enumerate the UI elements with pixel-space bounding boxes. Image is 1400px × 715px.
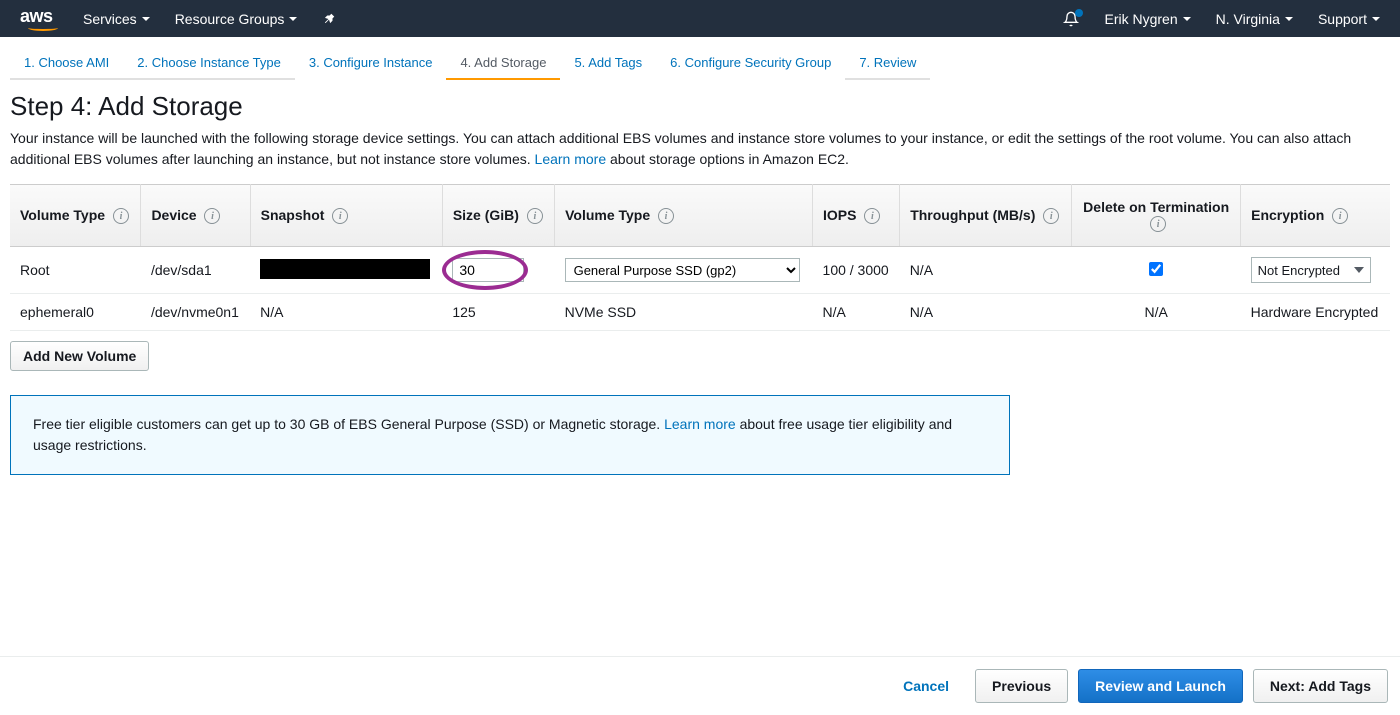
review-and-launch-button[interactable]: Review and Launch: [1078, 669, 1243, 703]
th-encryption: Encryption i: [1241, 185, 1390, 247]
top-nav: aws Services Resource Groups Erik Nygren…: [0, 0, 1400, 37]
notifications-icon[interactable]: [1063, 11, 1079, 27]
cell-encryption: Not Encrypted: [1241, 247, 1390, 294]
nav-resource-groups[interactable]: Resource Groups: [175, 11, 298, 27]
cell-device: /dev/nvme0n1: [141, 294, 250, 331]
redacted-snapshot: [260, 259, 430, 279]
nav-user[interactable]: Erik Nygren: [1104, 11, 1190, 27]
table-row-ephemeral: ephemeral0 /dev/nvme0n1 N/A 125 NVMe SSD…: [10, 294, 1390, 331]
cell-snapshot: [250, 247, 442, 294]
table-row-root: Root /dev/sda1 General Purpose SSD (gp2)…: [10, 247, 1390, 294]
caret-down-icon: [1354, 267, 1364, 273]
nav-resource-groups-label: Resource Groups: [175, 11, 285, 27]
page-title: Step 4: Add Storage: [10, 91, 1390, 122]
volume-type-select[interactable]: General Purpose SSD (gp2): [565, 258, 800, 282]
tab-review[interactable]: 7. Review: [845, 47, 930, 80]
top-nav-left: aws Services Resource Groups: [20, 6, 336, 31]
next-add-tags-button[interactable]: Next: Add Tags: [1253, 669, 1388, 703]
info-icon[interactable]: i: [332, 208, 348, 224]
top-nav-right: Erik Nygren N. Virginia Support: [1063, 11, 1380, 27]
notification-dot-icon: [1075, 9, 1083, 17]
cell-throughput: N/A: [900, 247, 1072, 294]
size-input[interactable]: [452, 258, 524, 282]
cell-voltype2: General Purpose SSD (gp2): [555, 247, 813, 294]
cell-throughput: N/A: [900, 294, 1072, 331]
info-icon[interactable]: i: [864, 208, 880, 224]
nav-support[interactable]: Support: [1318, 11, 1380, 27]
th-volume-type: Volume Type i: [10, 185, 141, 247]
cell-size: [442, 247, 554, 294]
th-snapshot: Snapshot i: [250, 185, 442, 247]
nav-region-label: N. Virginia: [1216, 11, 1280, 27]
info-icon[interactable]: i: [1043, 208, 1059, 224]
wizard-tabs: 1. Choose AMI 2. Choose Instance Type 3.…: [0, 37, 1400, 81]
th-iops: IOPS i: [813, 185, 900, 247]
infobox-learn-more-link[interactable]: Learn more: [664, 416, 736, 432]
free-tier-info-box: Free tier eligible customers can get up …: [10, 395, 1010, 475]
aws-logo[interactable]: aws: [20, 6, 58, 31]
nav-region[interactable]: N. Virginia: [1216, 11, 1293, 27]
info-icon[interactable]: i: [1150, 216, 1166, 232]
encryption-select[interactable]: Not Encrypted: [1251, 257, 1371, 283]
info-icon[interactable]: i: [204, 208, 220, 224]
page-description: Your instance will be launched with the …: [10, 128, 1390, 170]
table-header-row: Volume Type i Device i Snapshot i Size (…: [10, 185, 1390, 247]
cell-encryption: Hardware Encrypted: [1241, 294, 1390, 331]
caret-down-icon: [1183, 17, 1191, 21]
th-delete-on-termination: Delete on Terminationi: [1072, 185, 1241, 247]
cell-voltype: ephemeral0: [10, 294, 141, 331]
cell-device: /dev/sda1: [141, 247, 250, 294]
pin-icon[interactable]: [322, 12, 336, 26]
tab-configure-security-group[interactable]: 6. Configure Security Group: [656, 47, 845, 80]
cell-delete-on-termination: N/A: [1072, 294, 1241, 331]
caret-down-icon: [289, 17, 297, 21]
delete-on-termination-checkbox[interactable]: [1149, 262, 1163, 276]
cell-iops: N/A: [813, 294, 900, 331]
caret-down-icon: [1285, 17, 1293, 21]
previous-button[interactable]: Previous: [975, 669, 1068, 703]
info-icon[interactable]: i: [1332, 208, 1348, 224]
aws-logo-text: aws: [20, 6, 53, 26]
storage-table: Volume Type i Device i Snapshot i Size (…: [10, 184, 1390, 331]
add-new-volume-button[interactable]: Add New Volume: [10, 341, 149, 371]
cell-snapshot: N/A: [250, 294, 442, 331]
cell-voltype: Root: [10, 247, 141, 294]
cell-delete-on-termination: [1072, 247, 1241, 294]
th-size: Size (GiB) i: [442, 185, 554, 247]
caret-down-icon: [1372, 17, 1380, 21]
nav-services-label: Services: [83, 11, 137, 27]
cell-voltype2: NVMe SSD: [555, 294, 813, 331]
th-volume-type-2: Volume Type i: [555, 185, 813, 247]
nav-services[interactable]: Services: [83, 11, 150, 27]
info-icon[interactable]: i: [527, 208, 543, 224]
caret-down-icon: [142, 17, 150, 21]
desc-text-2: about storage options in Amazon EC2.: [610, 151, 849, 167]
th-throughput: Throughput (MB/s) i: [900, 185, 1072, 247]
info-icon[interactable]: i: [113, 208, 129, 224]
footer-actions: Cancel Previous Review and Launch Next: …: [0, 656, 1400, 715]
tab-choose-ami[interactable]: 1. Choose AMI: [10, 47, 123, 80]
tab-add-tags[interactable]: 5. Add Tags: [560, 47, 656, 80]
cell-iops: 100 / 3000: [813, 247, 900, 294]
info-icon[interactable]: i: [658, 208, 674, 224]
tab-choose-instance-type[interactable]: 2. Choose Instance Type: [123, 47, 295, 80]
nav-support-label: Support: [1318, 11, 1367, 27]
main-content: Step 4: Add Storage Your instance will b…: [0, 81, 1400, 475]
encryption-select-label: Not Encrypted: [1258, 263, 1340, 278]
cancel-button[interactable]: Cancel: [887, 670, 965, 702]
nav-user-label: Erik Nygren: [1104, 11, 1177, 27]
learn-more-link[interactable]: Learn more: [535, 151, 607, 167]
tab-add-storage[interactable]: 4. Add Storage: [446, 47, 560, 80]
infobox-text-1: Free tier eligible customers can get up …: [33, 416, 664, 432]
tab-configure-instance[interactable]: 3. Configure Instance: [295, 47, 447, 80]
th-device: Device i: [141, 185, 250, 247]
cell-size: 125: [442, 294, 554, 331]
